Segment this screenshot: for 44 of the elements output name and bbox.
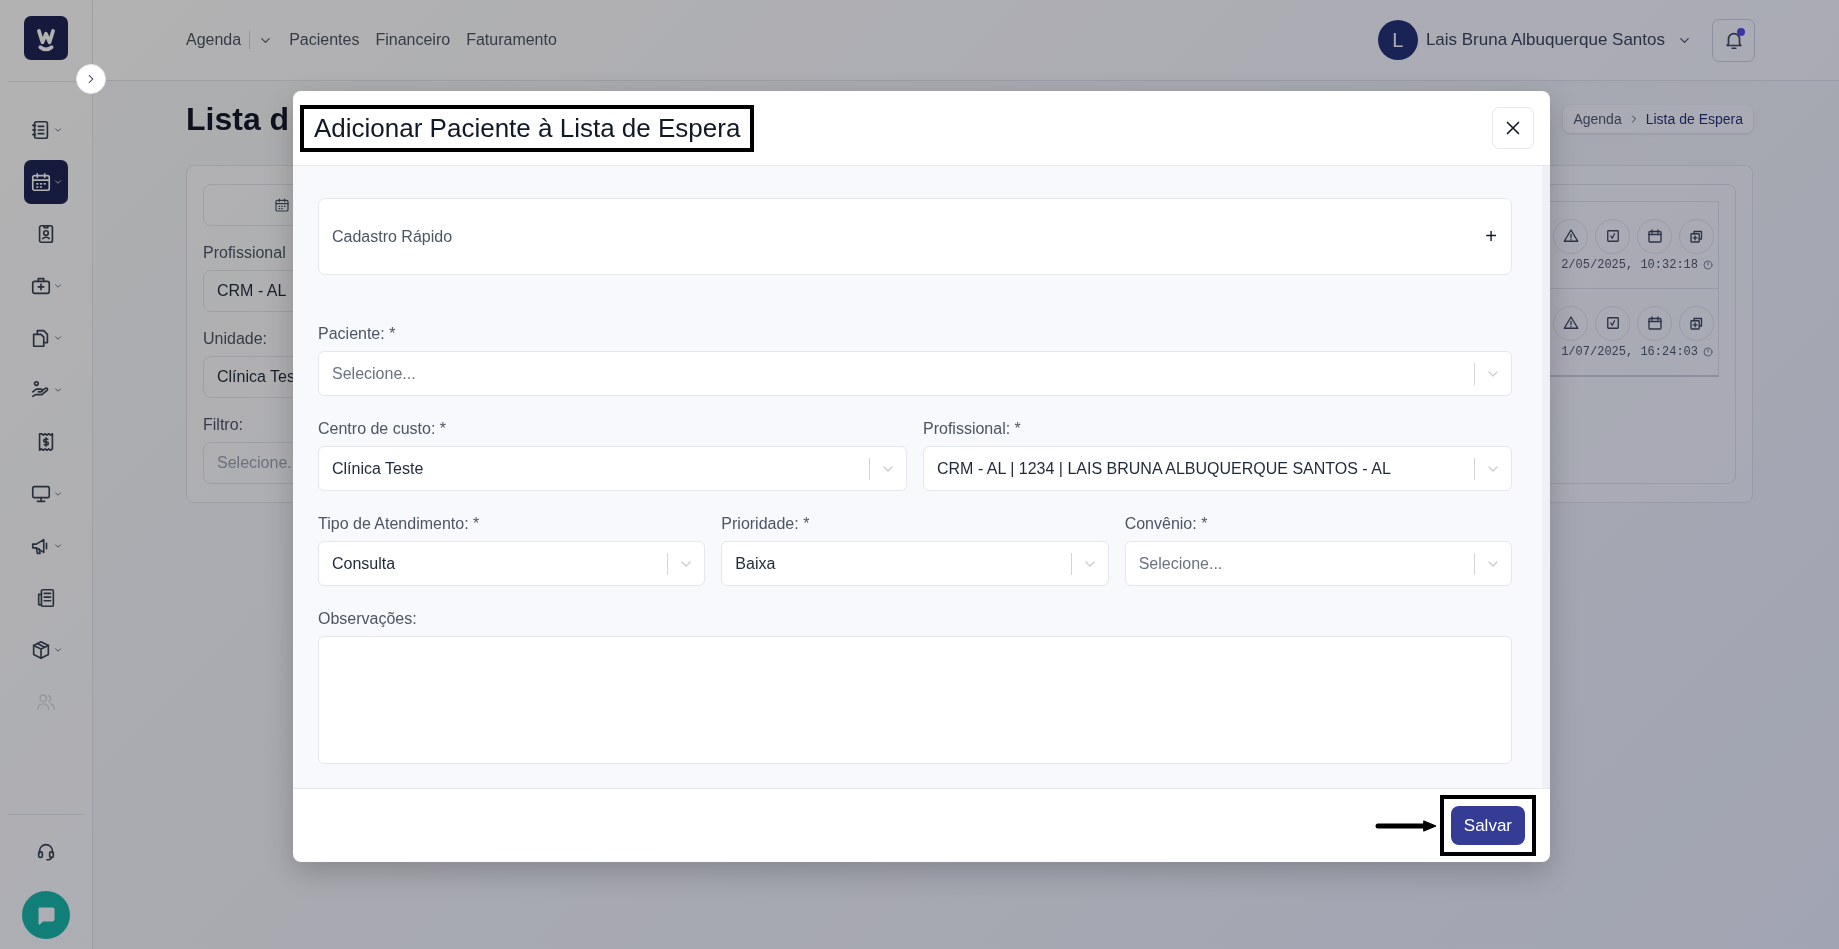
- calendar-icon: [1645, 314, 1664, 332]
- field-label: Tipo de Atendimento: *: [318, 515, 480, 533]
- field-label: Paciente: *: [318, 325, 396, 343]
- warning-icon: [1561, 227, 1580, 245]
- field-label: Filtro:: [203, 416, 243, 434]
- calendar-icon: [274, 197, 290, 213]
- accordion-title: Cadastro Rápido: [332, 227, 453, 246]
- select-field[interactable]: Clínica Teste: [318, 446, 907, 491]
- expand-toggle[interactable]: +: [1485, 225, 1497, 248]
- clock-icon: [1702, 258, 1714, 271]
- page-title: Lista d: [186, 100, 290, 138]
- field-label: Observações:: [318, 610, 417, 628]
- user-avatar: L: [1377, 20, 1418, 60]
- timestamp: 1/07/2025, 16:24:03: [1561, 344, 1698, 359]
- select-field[interactable]: Selecione...: [318, 351, 1512, 396]
- notifications-button[interactable]: [1712, 18, 1755, 62]
- nav-link[interactable]: Pacientes: [289, 31, 360, 49]
- nav-link[interactable]: Agenda: [186, 31, 242, 49]
- user-name[interactable]: Lais Bruna Albuquerque Santos: [1425, 30, 1665, 50]
- calendar-icon: [1645, 227, 1664, 245]
- field-label: Unidade:: [203, 330, 268, 348]
- select-field[interactable]: Selecione...: [1124, 541, 1512, 586]
- accordion-header[interactable]: Cadastro Rápido +: [318, 198, 1512, 275]
- breadcrumb-link[interactable]: Lista de Espera: [1645, 111, 1743, 127]
- timestamp: 2/05/2025, 10:32:18: [1561, 257, 1698, 272]
- save-button[interactable]: Salvar: [1450, 806, 1525, 845]
- breadcrumb-link[interactable]: Agenda: [1573, 111, 1622, 127]
- field-label: Centro de custo: *: [318, 420, 447, 438]
- nav-link[interactable]: Faturamento: [466, 31, 557, 49]
- select-field[interactable]: Baixa: [721, 541, 1109, 586]
- nav-link[interactable]: Financeiro: [375, 31, 451, 49]
- logo[interactable]: [24, 16, 68, 60]
- field-label: Convênio: *: [1124, 515, 1208, 533]
- close-button[interactable]: [1492, 107, 1534, 149]
- field-label: Profissional: [203, 244, 286, 262]
- select-field[interactable]: CRM - AL | 1234 | LAIS BRUNA ALBUQUERQUE SANTOS - AL: [923, 446, 1512, 491]
- field-label: Prioridade: *: [721, 515, 810, 533]
- clock-icon: [1702, 345, 1714, 358]
- field-label: Profissional: *: [923, 420, 1021, 438]
- select-field[interactable]: Consulta: [318, 541, 706, 586]
- collapse-toggle-button[interactable]: [76, 64, 106, 94]
- warning-icon: [1561, 314, 1580, 332]
- modal-title: Adicionar Paciente à Lista de Espera: [314, 112, 741, 144]
- sidebar-item[interactable]: [24, 160, 68, 204]
